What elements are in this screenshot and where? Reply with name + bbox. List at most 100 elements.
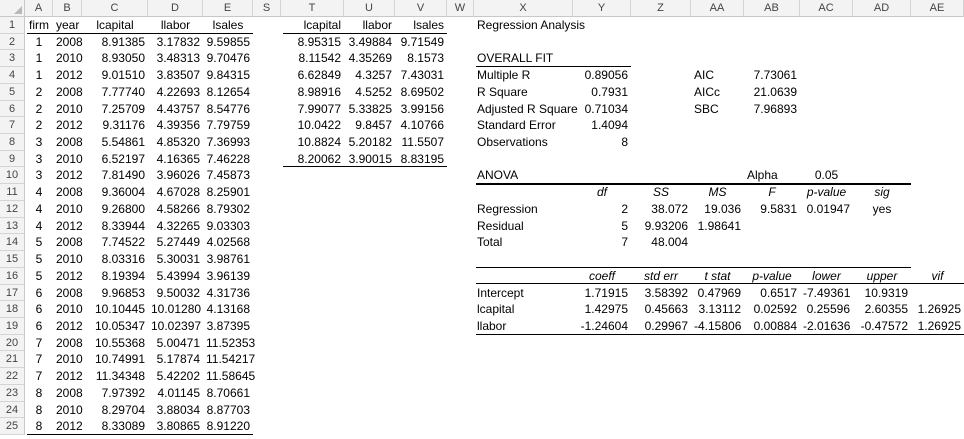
row-header-2[interactable]: 2 [0,33,25,51]
anova-cell: 19.036 [704,201,741,216]
column-header-v[interactable]: V [395,0,447,17]
data-cell: 2 [35,101,43,116]
data-cell: 3.98761 [206,252,250,267]
means-cell: 8.1573 [407,51,444,66]
data-cell: 8.79302 [206,201,250,216]
row-header-3[interactable]: 3 [0,50,25,68]
data-cell: 9.01510 [101,68,145,83]
column-header-ac[interactable]: AC [800,0,853,17]
column-header-w[interactable]: W [447,0,474,17]
row-header-6[interactable]: 6 [0,100,25,118]
column-header-t[interactable]: T [281,0,344,17]
column-header-s[interactable]: S [253,0,281,17]
data-cell: 2008 [56,34,83,49]
row-header-14[interactable]: 14 [0,234,25,252]
means-cell: 11.5507 [401,135,445,150]
column-header-ad[interactable]: AD [853,0,911,17]
data-table-bottom-line [27,434,253,435]
data-cell: 3.17832 [156,34,200,49]
row-header-22[interactable]: 22 [0,368,25,385]
means-cell: 8.69502 [400,84,444,99]
spreadsheet-grid[interactable]: A B C D E S T U V W X Y Z AA AB AC AD AE 1 2 3 4 5 6 7 8 9 10 11 12 1… [0,0,964,439]
column-header-u[interactable]: U [344,0,395,17]
row-header-13[interactable]: 13 [0,217,25,235]
select-all-corner[interactable] [0,0,25,17]
anova-cell [856,218,908,235]
fit-stat-label: R Square [477,84,528,99]
row-header-8[interactable]: 8 [0,134,25,151]
coef-cell: 0.29967 [644,318,688,333]
data-cell: 4 [35,201,43,216]
row-header-10[interactable]: 10 [0,167,25,185]
data-cell: 6 [35,302,43,317]
anova-header-pvalue: p-value [806,185,847,200]
coef-cell: 10.9319 [864,285,908,300]
row-header-4[interactable]: 4 [0,67,25,84]
data-cell: 2010 [56,302,83,317]
data-cell: 8.29704 [101,402,145,417]
row-header-12[interactable]: 12 [0,200,25,218]
row-header-24[interactable]: 24 [0,401,25,419]
column-header-ab[interactable]: AB [744,0,800,17]
fit-stat-value: 0.71034 [584,101,628,116]
anova-cell [803,218,850,235]
row-header-9[interactable]: 9 [0,150,25,168]
coef-header-tstat: t stat [704,268,731,283]
column-header-y[interactable]: Y [573,0,631,17]
column-header-b[interactable]: B [53,0,82,17]
row-header-25[interactable]: 25 [0,418,25,435]
column-header-x[interactable]: X [474,0,573,17]
data-cell: 2008 [56,185,83,200]
column-header-z[interactable]: Z [631,0,691,17]
means-cell: 5.20182 [348,135,392,150]
column-header-aa[interactable]: AA [691,0,744,17]
data-cell: 9.70476 [206,51,250,66]
row-header-16[interactable]: 16 [0,267,25,285]
data-cell: 2010 [56,402,83,417]
data-cell: 4.58266 [156,201,200,216]
data-cell: 3 [35,151,43,166]
column-header-d[interactable]: D [148,0,203,17]
row-header-7[interactable]: 7 [0,117,25,135]
row-header-17[interactable]: 17 [0,284,25,302]
anova-header-ss: SS [652,185,669,200]
data-cell: 4 [35,218,43,233]
regression-title: Regression Analysis [477,18,586,32]
row-header-19[interactable]: 19 [0,317,25,335]
data-cell: 4.31736 [206,285,250,300]
means-header-llabor: llabor [362,18,392,32]
column-header-e[interactable]: E [203,0,253,17]
row-header-1[interactable]: 1 [0,17,25,34]
means-cell: 4.10766 [400,118,444,133]
coef-cell: 3.58392 [644,285,688,300]
data-cell: 2008 [56,285,83,300]
data-cell: 6 [35,318,43,333]
row-header-5[interactable]: 5 [0,83,25,101]
means-cell: 4.5252 [355,84,392,99]
row-header-18[interactable]: 18 [0,301,25,318]
data-cell: 5.17874 [156,352,200,367]
column-header-c[interactable]: C [82,0,148,17]
row-header-11[interactable]: 11 [0,184,25,201]
data-cell: 2010 [56,252,83,267]
data-cell: 6.52197 [101,151,145,166]
means-cell: 5.33825 [348,101,392,116]
row-header-20[interactable]: 20 [0,334,25,352]
column-header-a[interactable]: A [25,0,53,17]
coef-row-label: lcapital [477,302,515,317]
coef-header-coeff: coeff [588,268,615,283]
data-cell: 2012 [56,218,83,233]
means-cell: 7.43031 [400,68,444,83]
data-cell: 2010 [56,201,83,216]
data-cell: 4.67028 [156,185,200,200]
coef-top-line [476,283,964,285]
row-header-15[interactable]: 15 [0,251,25,268]
row-header-21[interactable]: 21 [0,351,25,369]
coef-cell: 2.60355 [864,302,908,317]
means-cell: 3.49884 [348,34,392,49]
means-cell: 10.8824 [297,135,341,150]
column-header-ae[interactable]: AE [911,0,964,17]
data-cell: 2012 [56,419,83,434]
data-cell: 5.27449 [156,235,200,250]
row-header-23[interactable]: 23 [0,384,25,402]
